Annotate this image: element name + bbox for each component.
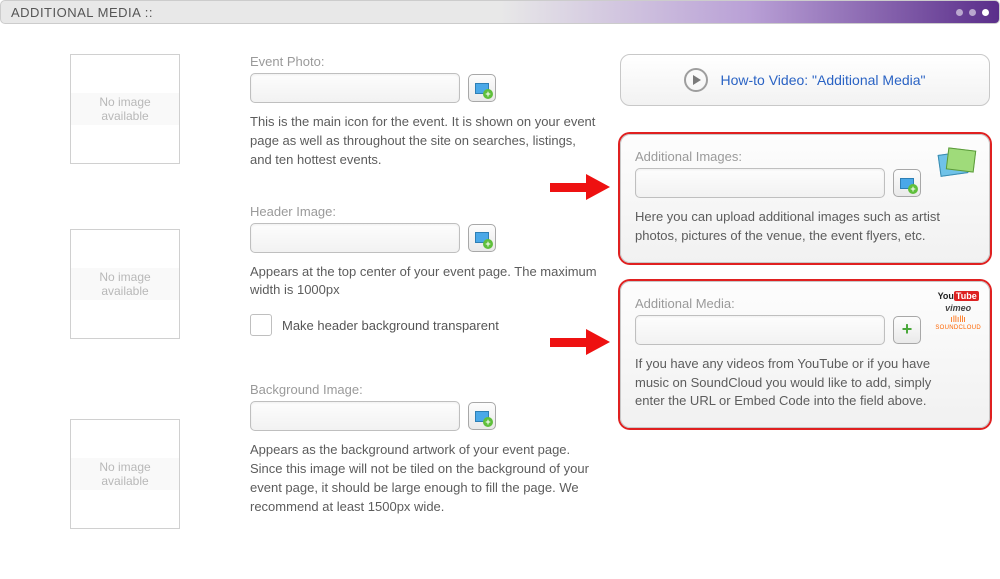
youtube-logo-icon: YouTube bbox=[935, 292, 981, 302]
play-icon bbox=[684, 68, 708, 92]
transparent-bg-checkbox-label: Make header background transparent bbox=[282, 318, 499, 333]
plus-badge-icon: + bbox=[483, 239, 493, 249]
background-image-help: Appears as the background artwork of you… bbox=[250, 441, 600, 516]
additional-images-input[interactable] bbox=[635, 168, 885, 198]
media-service-logos: YouTube vimeo ıllıllı SOUNDCLOUD bbox=[935, 292, 981, 332]
photos-icon bbox=[937, 145, 977, 185]
dot-icon bbox=[969, 9, 976, 16]
no-image-label: No image available bbox=[71, 458, 179, 491]
background-image-thumbnail[interactable]: No image available bbox=[70, 419, 180, 529]
header-image-help: Appears at the top center of your event … bbox=[250, 263, 600, 301]
header-image-input[interactable] bbox=[250, 223, 460, 253]
background-image-label: Background Image: bbox=[250, 382, 600, 397]
additional-media-panel: YouTube vimeo ıllıllı SOUNDCLOUD Additio… bbox=[620, 281, 990, 429]
event-photo-block: Event Photo: + This is the main icon for… bbox=[250, 54, 600, 170]
additional-media-add-button[interactable]: + bbox=[893, 316, 921, 344]
dot-icon bbox=[956, 9, 963, 16]
additional-images-upload-button[interactable]: + bbox=[893, 169, 921, 197]
header-image-block: Header Image: + Appears at the top cente… bbox=[250, 204, 600, 337]
background-image-upload-button[interactable]: + bbox=[468, 402, 496, 430]
event-photo-help: This is the main icon for the event. It … bbox=[250, 113, 600, 170]
vimeo-logo-icon: vimeo bbox=[935, 304, 981, 314]
header-image-label: Header Image: bbox=[250, 204, 600, 219]
additional-images-label: Additional Images: bbox=[635, 149, 975, 164]
event-photo-upload-button[interactable]: + bbox=[468, 74, 496, 102]
no-image-label: No image available bbox=[71, 93, 179, 126]
background-image-block: Background Image: + Appears as the backg… bbox=[250, 382, 600, 516]
header-dots bbox=[956, 9, 989, 16]
plus-badge-icon: + bbox=[483, 417, 493, 427]
dot-icon bbox=[982, 9, 989, 16]
section-title: ADDITIONAL MEDIA :: bbox=[11, 5, 153, 20]
background-image-input[interactable] bbox=[250, 401, 460, 431]
additional-media-input[interactable] bbox=[635, 315, 885, 345]
form-column: Event Photo: + This is the main icon for… bbox=[250, 54, 620, 579]
event-photo-label: Event Photo: bbox=[250, 54, 600, 69]
soundcloud-text-icon: SOUNDCLOUD bbox=[935, 325, 981, 332]
header-image-upload-button[interactable]: + bbox=[468, 224, 496, 252]
plus-icon: + bbox=[902, 319, 913, 340]
additional-images-panel: Additional Images: + Here you can upload… bbox=[620, 134, 990, 263]
thumbnails-column: No image available No image available No… bbox=[0, 54, 250, 579]
plus-badge-icon: + bbox=[908, 184, 918, 194]
section-header: ADDITIONAL MEDIA :: bbox=[0, 0, 1000, 24]
transparent-bg-checkbox[interactable] bbox=[250, 314, 272, 336]
event-photo-input[interactable] bbox=[250, 73, 460, 103]
howto-video-box[interactable]: How-to Video: "Additional Media" bbox=[620, 54, 990, 106]
additional-media-help: If you have any videos from YouTube or i… bbox=[635, 355, 945, 412]
additional-images-help: Here you can upload additional images su… bbox=[635, 208, 955, 246]
side-column: How-to Video: "Additional Media" Additio… bbox=[620, 54, 1000, 579]
plus-badge-icon: + bbox=[483, 89, 493, 99]
event-photo-thumbnail[interactable]: No image available bbox=[70, 54, 180, 164]
additional-media-label: Additional Media: bbox=[635, 296, 975, 311]
content: No image available No image available No… bbox=[0, 24, 1000, 579]
header-image-thumbnail[interactable]: No image available bbox=[70, 229, 180, 339]
soundcloud-logo-icon: ıllıllı bbox=[935, 315, 981, 325]
no-image-label: No image available bbox=[71, 268, 179, 301]
howto-video-link[interactable]: How-to Video: "Additional Media" bbox=[720, 72, 925, 88]
